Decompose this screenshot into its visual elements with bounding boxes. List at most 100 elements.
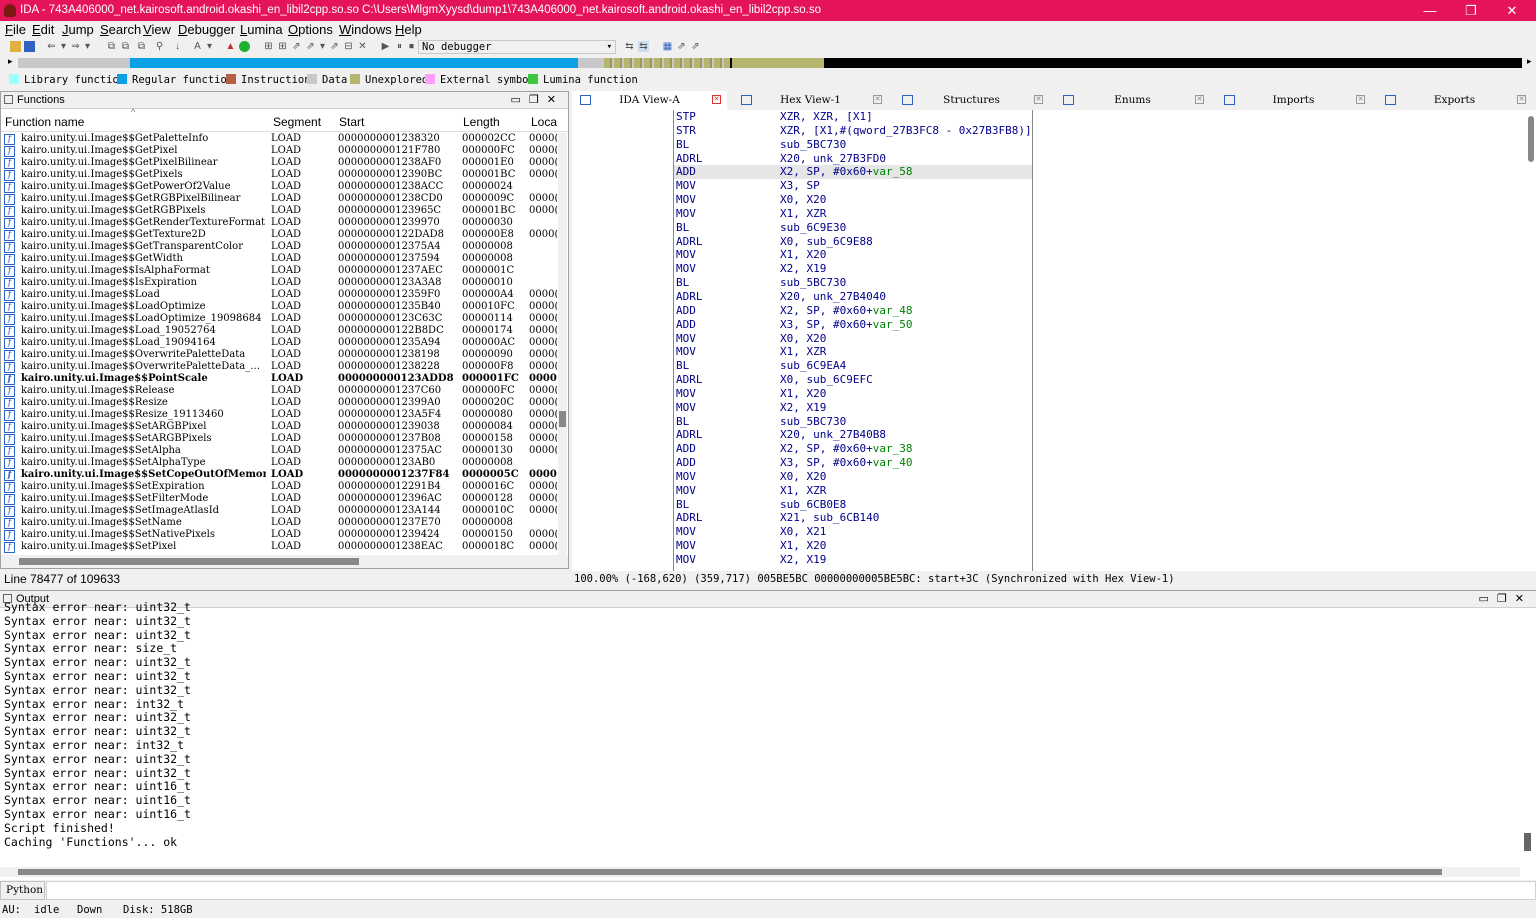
column-start[interactable]: Start — [339, 112, 364, 132]
disasm-line[interactable]: MOV X1, XZR — [674, 484, 1032, 498]
column-length[interactable]: Length — [463, 112, 500, 132]
minimize-button[interactable]: — — [1410, 0, 1450, 21]
function-row[interactable]: f kairo.unity.ui.Image$$GetPowerOf2Value L… — [1, 181, 558, 193]
function-row[interactable]: f kairo.unity.ui.Image$$GetRGBPixelBiline… — [1, 193, 558, 205]
copy-icon[interactable]: ⧉ — [106, 41, 117, 52]
forward-icon[interactable]: ⇒ — [70, 41, 81, 52]
ida-view-a[interactable]: STP XZR, XZR, [X1] STR XZR, [X1,#(qword_27B… — [572, 110, 1536, 571]
function-row[interactable]: f kairo.unity.ui.Image$$LoadOptimize_1909… — [1, 313, 558, 325]
tab-exports[interactable]: Exports ✕ — [1377, 91, 1532, 110]
disasm-line[interactable]: ADRL X20, unk_27B3FD0 — [674, 152, 1032, 166]
function-row[interactable]: f kairo.unity.ui.Image$$SetAlpha LOAD 00000… — [1, 445, 558, 457]
function-row[interactable]: f kairo.unity.ui.Image$$GetWidth LOAD 00000… — [1, 253, 558, 265]
function-row[interactable]: f kairo.unity.ui.Image$$SetCopeOutOfMemor… — [1, 469, 558, 481]
menu-debugger[interactable]: Debugger — [178, 22, 235, 37]
menu-lumina[interactable]: Lumina — [240, 22, 283, 37]
scroll-thumb[interactable] — [19, 558, 359, 565]
function-row[interactable]: f kairo.unity.ui.Image$$Load_19052764 LOAD… — [1, 325, 558, 337]
function-row[interactable]: f kairo.unity.ui.Image$$Release LOAD 000000… — [1, 385, 558, 397]
function-row[interactable]: f kairo.unity.ui.Image$$SetARGBPixels LOAD… — [1, 433, 558, 445]
menu-file[interactable]: File — [5, 22, 26, 37]
disasm-line[interactable]: MOV X2, X19 — [674, 401, 1032, 415]
tab-close-icon[interactable]: ✕ — [1356, 95, 1365, 104]
function-row[interactable]: f kairo.unity.ui.Image$$Load LOAD 000000000… — [1, 289, 558, 301]
scroll-thumb[interactable] — [1528, 116, 1534, 162]
text-tool-icon[interactable]: A — [192, 41, 203, 52]
history-dropdown-icon[interactable]: ▾ — [82, 41, 93, 52]
tab-close-icon[interactable]: ✕ — [712, 95, 721, 104]
disasm-line[interactable]: BL sub_6C9E30 — [674, 221, 1032, 235]
function-row[interactable]: f kairo.unity.ui.Image$$GetPixelBilinear L… — [1, 157, 558, 169]
function-row[interactable]: f kairo.unity.ui.Image$$Load_19094164 LOAD… — [1, 337, 558, 349]
function-row[interactable]: f kairo.unity.ui.Image$$GetPixels LOAD 0000… — [1, 169, 558, 181]
menu-jump[interactable]: Jump — [62, 22, 94, 37]
string-icon[interactable]: ⇗ — [329, 41, 340, 52]
disasm-line[interactable]: ADD X2, SP, #0x60+var_48 — [674, 304, 1032, 318]
text-tool-dropdown-icon[interactable]: ▾ — [204, 41, 215, 52]
cli-language-button[interactable]: Python — [0, 881, 45, 900]
function-row[interactable]: f kairo.unity.ui.Image$$Resize_19113460 LO… — [1, 409, 558, 421]
column-function-name[interactable]: Function name — [5, 112, 84, 132]
menu-options[interactable]: Options — [288, 22, 333, 37]
menu-search[interactable]: Search — [100, 22, 141, 37]
menu-windows[interactable]: Windows — [339, 22, 392, 37]
function-row[interactable]: f kairo.unity.ui.Image$$LoadOptimize LOAD 0… — [1, 301, 558, 313]
run-indicator-icon[interactable] — [239, 41, 250, 52]
open-icon[interactable] — [10, 41, 21, 52]
edit-function-icon[interactable]: ⊞ — [277, 41, 288, 52]
disasm-line[interactable]: ADRL X20, unk_27B40B8 — [674, 428, 1032, 442]
function-row[interactable]: f kairo.unity.ui.Image$$SetFilterMode LOAD… — [1, 493, 558, 505]
function-row[interactable]: f kairo.unity.ui.Image$$GetRenderTextureF… — [1, 217, 558, 229]
down-arrow-icon[interactable]: ↓ — [172, 41, 183, 52]
back-icon[interactable]: ⇐ — [46, 41, 57, 52]
function-row[interactable]: f kairo.unity.ui.Image$$SetNativePixels LO… — [1, 529, 558, 541]
function-row[interactable]: f kairo.unity.ui.Image$$GetPixel LOAD 00000… — [1, 145, 558, 157]
functions-horizontal-scrollbar[interactable] — [1, 555, 568, 568]
undefine-icon[interactable]: ✕ — [357, 41, 368, 52]
disasm-line[interactable]: BL sub_6C9EA4 — [674, 359, 1032, 373]
disasm-line[interactable]: STR XZR, [X1,#(qword_27B3FC8 - 0x27B3FB8)… — [674, 124, 1032, 138]
output-horizontal-scrollbar[interactable] — [0, 867, 1520, 877]
functions-vertical-scrollbar[interactable] — [558, 133, 567, 555]
menu-view[interactable]: View — [143, 22, 171, 37]
disasm-line[interactable]: ADRL X0, sub_6C9EFC — [674, 373, 1032, 387]
tab-structures[interactable]: Structures ✕ — [894, 91, 1049, 110]
disasm-line[interactable]: MOV X2, X19 — [674, 553, 1032, 567]
function-row[interactable]: f kairo.unity.ui.Image$$IsAlphaFormat LOAD… — [1, 265, 558, 277]
lumina-diff-icon[interactable]: ⇗ — [690, 41, 701, 52]
function-row[interactable]: f kairo.unity.ui.Image$$IsExpiration LOAD 0… — [1, 277, 558, 289]
disasm-line[interactable]: ADRL X21, sub_6CB140 — [674, 511, 1032, 525]
debugger-select[interactable]: No debugger ▾ — [418, 40, 616, 54]
disasm-line[interactable]: ADD X2, SP, #0x60+var_58 — [674, 165, 1032, 180]
tab-close-icon[interactable]: ✕ — [1195, 95, 1204, 104]
disasm-line[interactable]: MOV X2, X19 — [674, 262, 1032, 276]
nav-right-arrow-icon[interactable]: ▸ — [1527, 56, 1532, 67]
disasm-line[interactable]: MOV X1, X20 — [674, 248, 1032, 262]
function-row[interactable]: f kairo.unity.ui.Image$$SetExpiration LOAD… — [1, 481, 558, 493]
navigation-band[interactable] — [18, 58, 1522, 68]
close-button[interactable]: ✕ — [1492, 0, 1532, 21]
function-row[interactable]: f kairo.unity.ui.Image$$OverwritePaletteD… — [1, 349, 558, 361]
tab-ida-view-a[interactable]: IDA View-A ✕ — [572, 91, 727, 110]
sync-icon[interactable]: ⇆ — [638, 41, 649, 52]
function-row[interactable]: f kairo.unity.ui.Image$$GetRGBPixels LOAD 0… — [1, 205, 558, 217]
ida-view-scrollbar[interactable] — [1526, 112, 1536, 569]
disasm-line[interactable]: MOV X3, SP — [674, 179, 1032, 193]
scroll-thumb[interactable] — [18, 869, 1442, 875]
nav-left-arrow-icon[interactable]: ▸ — [8, 56, 13, 67]
disasm-line[interactable]: MOV X1, XZR — [674, 207, 1032, 221]
text-search-icon[interactable]: ⧉ — [136, 41, 147, 52]
disasm-line[interactable]: MOV X0, X20 — [674, 470, 1032, 484]
tab-enums[interactable]: Enums ✕ — [1055, 91, 1210, 110]
maximize-button[interactable]: ❐ — [1451, 0, 1491, 21]
panel-window-buttons[interactable]: ▭❐✕ — [511, 92, 564, 108]
disasm-line[interactable]: MOV X1, X20 — [674, 539, 1032, 553]
disasm-line[interactable]: ADRL X0, sub_6C9E88 — [674, 235, 1032, 249]
disasm-line[interactable]: ADD X3, SP, #0x60+var_50 — [674, 318, 1032, 332]
function-row[interactable]: f kairo.unity.ui.Image$$SetName LOAD 000000… — [1, 517, 558, 529]
disasm-line[interactable]: STP XZR, XZR, [X1] — [674, 110, 1032, 124]
create-function-icon[interactable]: ⊞ — [263, 41, 274, 52]
tab-close-icon[interactable]: ✕ — [1517, 95, 1526, 104]
function-row[interactable]: f kairo.unity.ui.Image$$PointScale LOAD 000… — [1, 373, 558, 385]
breakpoint-icon[interactable]: ⇆ — [624, 41, 635, 52]
